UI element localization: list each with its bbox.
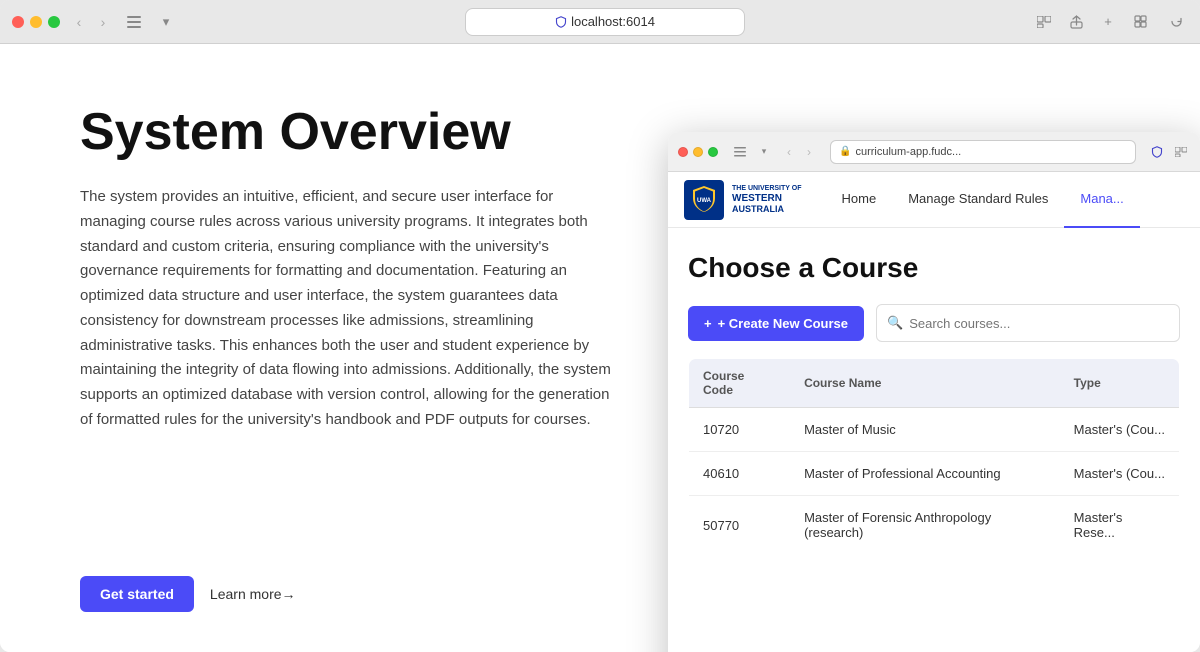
inner-titlebar: ▾ ‹ › 🔒 curriculum-app.fudc... <box>668 132 1200 172</box>
inner-url-text: curriculum-app.fudc... <box>855 146 961 158</box>
outer-tl-green[interactable] <box>48 16 60 28</box>
create-course-label: + Create New Course <box>718 316 848 331</box>
outer-refresh-btn[interactable] <box>1164 10 1188 34</box>
search-box[interactable]: 🔍 <box>876 304 1180 342</box>
course-actions-row: + + Create New Course 🔍 <box>688 304 1180 342</box>
inner-tl-green[interactable] <box>708 147 718 157</box>
app-logo: UWA THE UNIVERSITY OF WESTERN AUSTRALIA <box>684 180 802 220</box>
outer-browser: ‹ › ▾ localhost:6014 <box>0 0 1200 652</box>
cell-type: Master's (Cou... <box>1060 452 1180 496</box>
search-icon: 🔍 <box>887 315 903 331</box>
inner-url-bar[interactable]: 🔒 curriculum-app.fudc... <box>830 140 1136 164</box>
inner-tl-yellow[interactable] <box>693 147 703 157</box>
choose-course-title: Choose a Course <box>688 252 1180 284</box>
inner-shield-icon[interactable] <box>1148 143 1166 161</box>
outer-new-tab-icon[interactable]: + <box>1096 10 1120 34</box>
outer-back-btn[interactable]: ‹ <box>68 11 90 33</box>
outer-tl-yellow[interactable] <box>30 16 42 28</box>
logo-line1: THE UNIVERSITY OF <box>732 185 802 193</box>
inner-tab-icon[interactable] <box>1172 143 1190 161</box>
outer-right-controls: + <box>1032 10 1152 34</box>
learn-more-link[interactable]: Learn more→ <box>210 586 296 602</box>
outer-url-bar[interactable]: localhost:6014 <box>465 8 745 36</box>
col-header-code: Course Code <box>689 359 791 408</box>
logo-line3: AUSTRALIA <box>732 204 802 214</box>
inner-dropdown-btn[interactable]: ▾ <box>754 142 774 162</box>
app-navbar: UWA THE UNIVERSITY OF WESTERN AUSTRALIA … <box>668 172 1200 228</box>
inner-tl-red[interactable] <box>678 147 688 157</box>
outer-nav-buttons: ‹ › <box>68 11 114 33</box>
cell-type: Master's (Cou... <box>1060 408 1180 452</box>
outer-page-content: System Overview The system provides an i… <box>0 44 1200 652</box>
outer-tab-icon[interactable] <box>1032 10 1056 34</box>
outer-titlebar: ‹ › ▾ localhost:6014 <box>0 0 1200 44</box>
cell-name: Master of Music <box>790 408 1060 452</box>
lock-icon: 🔒 <box>839 146 851 157</box>
table-header-row: Course Code Course Name Type <box>689 359 1180 408</box>
cell-code: 40610 <box>689 452 791 496</box>
inner-right-icons <box>1148 143 1190 161</box>
outer-url-text: localhost:6014 <box>571 14 655 29</box>
get-started-button[interactable]: Get started <box>80 576 194 612</box>
inner-nav-btns: ‹ › <box>780 143 818 161</box>
svg-text:UWA: UWA <box>697 198 712 204</box>
cell-code: 10720 <box>689 408 791 452</box>
outer-tl-red[interactable] <box>12 16 24 28</box>
cell-name: Master of Forensic Anthropology (researc… <box>790 496 1060 555</box>
search-input[interactable] <box>909 316 1169 331</box>
nav-manage-active[interactable]: Mana... <box>1064 172 1139 228</box>
col-header-type: Type <box>1060 359 1180 408</box>
cell-type: Master's Rese... <box>1060 496 1180 555</box>
inner-controls: ▾ <box>730 142 774 162</box>
outer-sidebar-toggle[interactable] <box>122 10 146 34</box>
plus-icon: + <box>704 316 712 331</box>
table-row[interactable]: 40610Master of Professional AccountingMa… <box>689 452 1180 496</box>
inner-forward-btn[interactable]: › <box>800 143 818 161</box>
create-new-course-button[interactable]: + + Create New Course <box>688 306 864 341</box>
university-logo-badge: UWA <box>684 180 724 220</box>
inner-browser-window: ▾ ‹ › 🔒 curriculum-app.fudc... <box>668 132 1200 652</box>
nav-manage-standard[interactable]: Manage Standard Rules <box>892 172 1064 228</box>
app-main-content: Choose a Course + + Create New Course 🔍 <box>668 228 1200 652</box>
nav-home[interactable]: Home <box>826 172 893 228</box>
outer-share-icon[interactable] <box>1064 10 1088 34</box>
cell-code: 50770 <box>689 496 791 555</box>
app-nav-links: Home Manage Standard Rules Mana... <box>826 172 1185 228</box>
inner-sidebar-toggle[interactable] <box>730 142 750 162</box>
outer-traffic-lights <box>12 16 60 28</box>
table-row[interactable]: 50770Master of Forensic Anthropology (re… <box>689 496 1180 555</box>
outer-tabs-icon[interactable] <box>1128 10 1152 34</box>
outer-dropdown-btn[interactable]: ▾ <box>154 10 178 34</box>
col-header-name: Course Name <box>790 359 1060 408</box>
logo-line2: WESTERN <box>732 193 802 205</box>
outer-forward-btn[interactable]: › <box>92 11 114 33</box>
system-description: The system provides an intuitive, effici… <box>80 185 620 433</box>
courses-table: Course Code Course Name Type 10720Master… <box>688 358 1180 555</box>
inner-back-btn[interactable]: ‹ <box>780 143 798 161</box>
table-row[interactable]: 10720Master of MusicMaster's (Cou... <box>689 408 1180 452</box>
cell-name: Master of Professional Accounting <box>790 452 1060 496</box>
shield-icon-outer <box>555 16 567 28</box>
